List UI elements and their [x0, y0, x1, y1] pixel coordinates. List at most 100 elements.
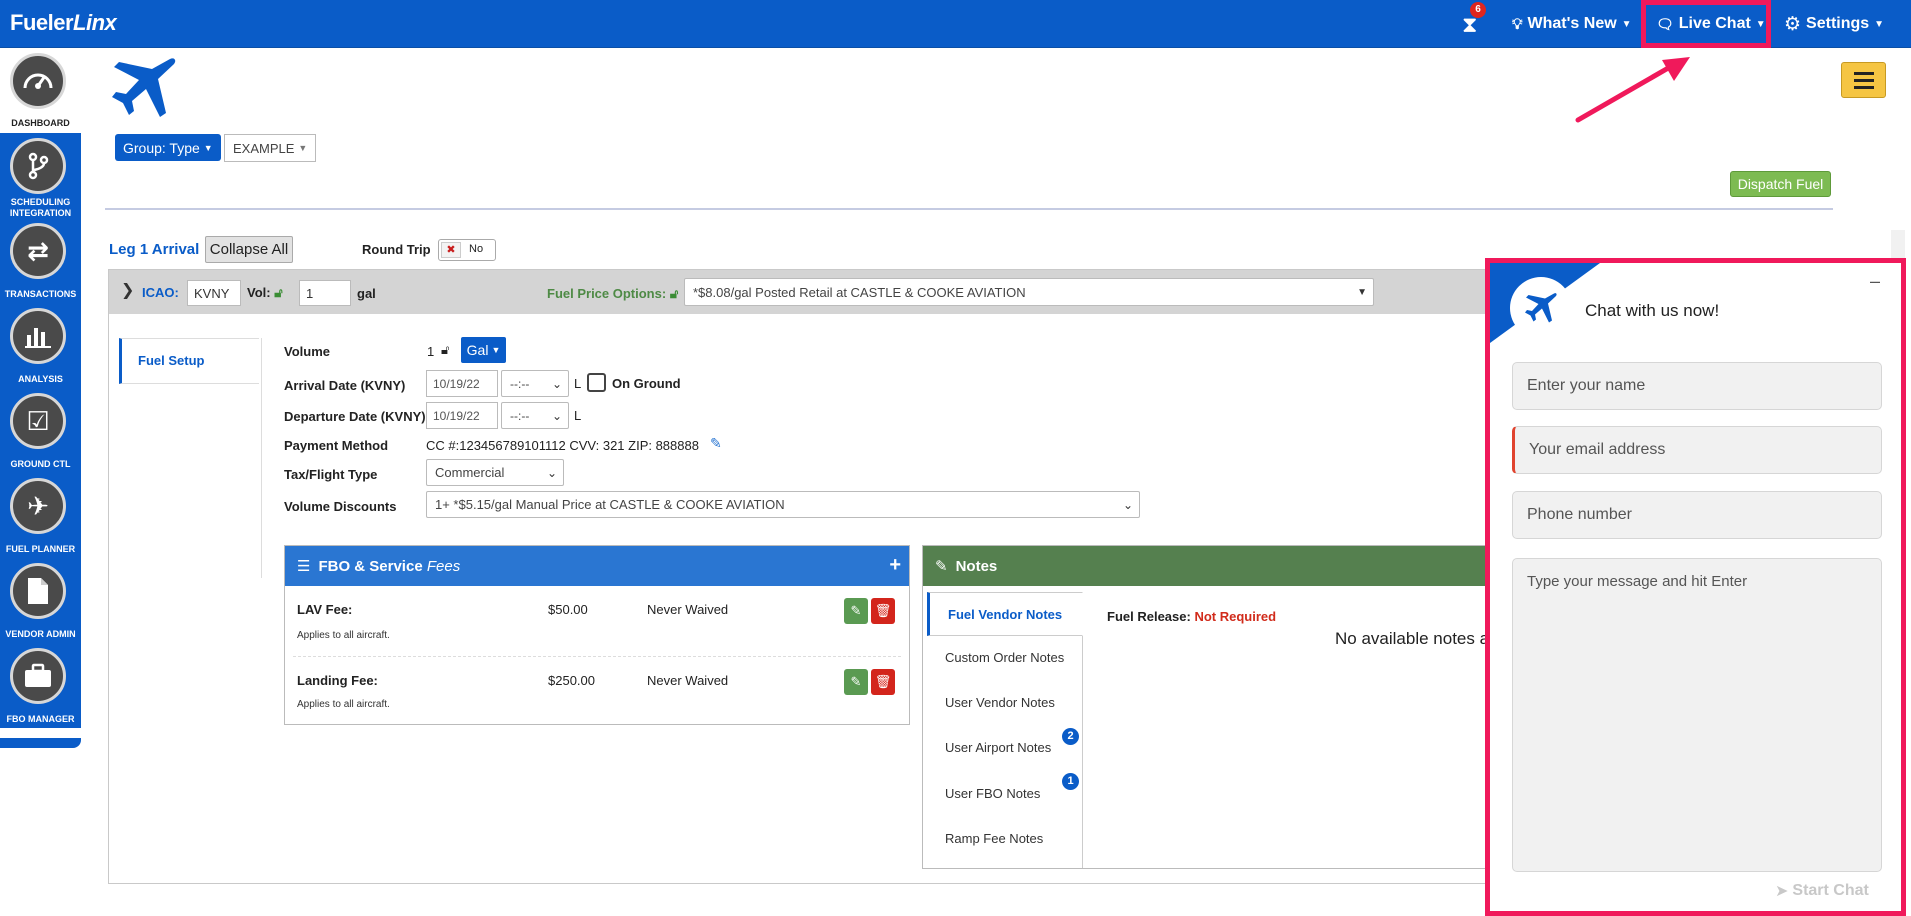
fuel-release-value: Not Required	[1194, 609, 1277, 624]
chat-phone-field[interactable]: Phone number	[1512, 491, 1882, 539]
round-trip-value: No	[469, 243, 484, 255]
notes-title: Notes	[955, 557, 998, 575]
tax-flight-type-select[interactable]: Commercial ⌄	[426, 459, 564, 486]
chat-message-field[interactable]: Type your message and hit Enter	[1512, 558, 1882, 872]
count-badge: 2	[1062, 728, 1079, 745]
fbo-fees-panel: ☰ FBO & Service Fees + LAV Fee: Applies …	[284, 545, 910, 725]
add-fee-icon[interactable]: +	[889, 554, 901, 577]
tab-user-fbo-notes[interactable]: User FBO Notes	[927, 772, 1083, 816]
settings-label: Settings	[1806, 15, 1870, 32]
payment-method-value: CC #:123456789101112 CVV: 321 ZIP: 88888…	[426, 438, 699, 453]
delete-fee-button[interactable]: 🗑︎	[871, 669, 895, 695]
fee-name: Landing Fee:	[297, 673, 378, 688]
round-trip-label: Round Trip	[362, 242, 431, 257]
departure-date-input[interactable]: 10/19/22	[426, 402, 498, 429]
arrival-date-input[interactable]: 10/19/22	[426, 370, 498, 397]
settings-menu[interactable]: ⚙ Settings ▼	[1784, 0, 1884, 48]
vol-label-text: Vol:	[247, 285, 271, 300]
delete-fee-button[interactable]: 🗑︎	[871, 598, 895, 624]
fuel-price-label-text: Fuel Price Options:	[547, 286, 667, 301]
whats-new-menu[interactable]: 💡︎ What's New ▼	[1512, 0, 1632, 48]
icao-label: ICAO:	[142, 285, 179, 300]
sidebar-item-fuel-planner[interactable]: ✈ FUEL PLANNER	[0, 473, 81, 558]
edit-fee-button[interactable]: ✎	[844, 598, 868, 624]
example-label: EXAMPLE	[233, 140, 295, 156]
unlock-icon[interactable]: 🔓︎	[670, 286, 678, 301]
briefcase-icon	[10, 648, 66, 704]
minimize-icon[interactable]: –	[1870, 271, 1880, 292]
sidebar-item-fbo-manager[interactable]: FBO MANAGER	[0, 643, 81, 728]
round-trip-toggle[interactable]: ✖ No	[438, 239, 496, 261]
unit-dropdown[interactable]: Gal ▼	[461, 337, 506, 363]
leg-panel: ❯ ICAO: KVNY Vol: 🔓︎ 1 gal Fuel Price Op…	[108, 269, 1562, 884]
bar-chart-icon	[10, 308, 66, 364]
arrival-date-label: Arrival Date (KVNY)	[284, 378, 406, 393]
tab-ramp-fee-notes[interactable]: Ramp Fee Notes	[927, 817, 1083, 861]
sidebar-item-dashboard[interactable]: DASHBOARD	[0, 48, 81, 133]
start-chat-label: Start Chat	[1792, 882, 1869, 899]
chat-avatar	[1510, 277, 1572, 339]
vol-input[interactable]: 1	[299, 280, 351, 306]
departure-date-label: Departure Date (KVNY)	[284, 409, 426, 424]
whats-new-label: What's New	[1527, 15, 1617, 32]
top-navbar: FuelerLinx ⧗ 6 💡︎ What's New ▼ 🗨︎ Live C…	[0, 0, 1911, 48]
fee-row: LAV Fee: Applies to all aircraft. $50.00…	[285, 588, 909, 658]
fee-waived: Never Waived	[647, 602, 729, 617]
annotation-arrow-icon	[1575, 57, 1690, 123]
notes-tabs: Fuel Vendor Notes Custom Order Notes Use…	[927, 592, 1083, 868]
divider	[105, 208, 1833, 210]
plane-icon: ✈	[10, 478, 66, 534]
icao-input[interactable]: KVNY	[187, 280, 241, 306]
arrival-time-value: --:--	[510, 376, 530, 391]
sidebar-item-analysis[interactable]: ANALYSIS	[0, 303, 81, 388]
checklist-icon: ☑	[10, 393, 66, 449]
leg-title[interactable]: Leg 1 Arrival	[109, 241, 199, 258]
airplane-logo-icon	[112, 58, 176, 117]
tab-fuel-vendor-notes[interactable]: Fuel Vendor Notes	[927, 592, 1083, 636]
edit-icon: ✎	[850, 603, 862, 618]
sidebar-label: VENDOR ADMIN	[5, 629, 76, 639]
fuel-price-select[interactable]: *$8.08/gal Posted Retail at CASTLE & COO…	[684, 278, 1374, 306]
fuel-release: Fuel Release: Not Required	[1107, 609, 1276, 624]
unit-label: Gal	[466, 342, 489, 358]
collapse-all-button[interactable]: Collapse All	[205, 236, 293, 263]
volume-discounts-label: Volume Discounts	[284, 499, 397, 514]
fee-divider	[293, 656, 901, 657]
chat-name-field[interactable]: Enter your name	[1512, 362, 1882, 410]
chevron-down-icon[interactable]: ❯	[121, 280, 134, 300]
unlock-icon[interactable]: 🔓︎	[274, 285, 282, 300]
sidebar-item-transactions[interactable]: ⇄ TRANSACTIONS	[0, 218, 81, 303]
fbo-fees-title: FBO & Service Fees	[318, 558, 460, 575]
sidebar-label: GROUND CTL	[10, 459, 71, 469]
sidebar-item-ground-ctl[interactable]: ☑ GROUND CTL	[0, 388, 81, 473]
tab-user-airport-notes[interactable]: User Airport Notes	[927, 726, 1083, 770]
sidebar-item-scheduling[interactable]: SCHEDULING INTEGRATION	[0, 133, 81, 218]
chat-email-field[interactable]: Your email address	[1512, 426, 1882, 474]
arrival-time-select[interactable]: --:-- ⌄	[501, 370, 569, 397]
on-ground-checkbox[interactable]	[587, 373, 606, 392]
dispatch-fuel-button[interactable]: Dispatch Fuel	[1730, 171, 1831, 197]
unlock-icon[interactable]: 🔓︎	[441, 342, 449, 358]
notes-header: ✎ Notes	[923, 546, 1561, 586]
edit-fee-button[interactable]: ✎	[844, 669, 868, 695]
edit-icon: ✎	[850, 674, 862, 689]
group-type-dropdown[interactable]: Group: Type ▼	[115, 134, 221, 161]
gauge-icon	[10, 53, 66, 109]
tab-custom-order-notes[interactable]: Custom Order Notes	[927, 636, 1083, 680]
start-chat-button[interactable]: ➤ Start Chat	[1775, 881, 1869, 901]
volume-discounts-select[interactable]: 1+ *$5.15/gal Manual Price at CASTLE & C…	[426, 491, 1140, 518]
count-badge: 1	[1062, 773, 1079, 790]
example-dropdown[interactable]: EXAMPLE ▼	[224, 134, 317, 162]
app-logo[interactable]: FuelerLinx	[10, 10, 117, 36]
fuel-price-options-label: Fuel Price Options: 🔓︎	[547, 286, 678, 302]
tab-user-vendor-notes[interactable]: User Vendor Notes	[927, 681, 1083, 725]
departure-time-select[interactable]: --:-- ⌄	[501, 402, 569, 429]
hamburger-menu-button[interactable]	[1841, 62, 1886, 98]
chat-title: Chat with us now!	[1585, 301, 1720, 320]
caret-down-icon: ▼	[491, 345, 501, 355]
sidebar-footer	[0, 738, 81, 748]
tab-fuel-setup[interactable]: Fuel Setup	[119, 338, 259, 384]
edit-icon[interactable]: ✎	[710, 435, 722, 452]
sidebar-label: TRANSACTIONS	[4, 289, 77, 299]
sidebar-item-vendor-admin[interactable]: VENDOR ADMIN	[0, 558, 81, 643]
